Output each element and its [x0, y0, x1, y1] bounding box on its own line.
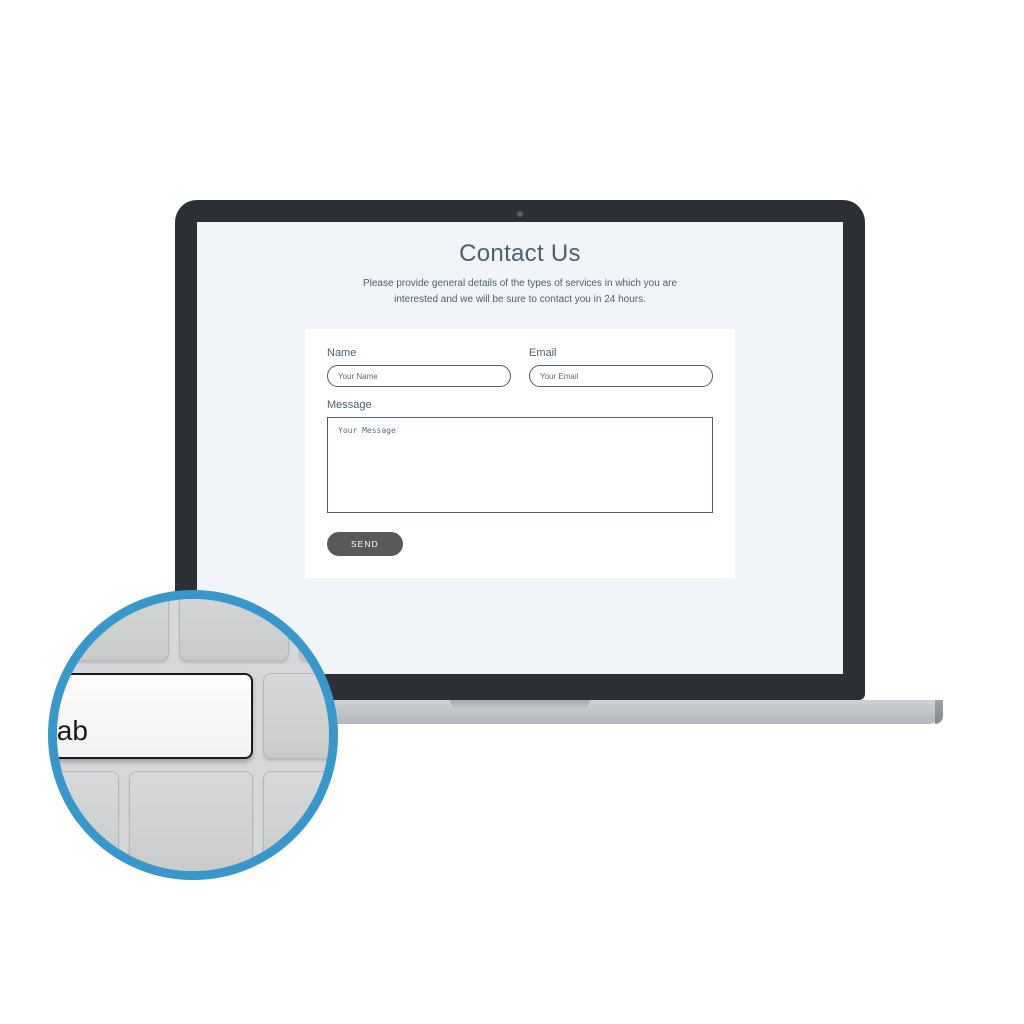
key-generic — [51, 590, 169, 661]
camera-icon — [517, 211, 523, 217]
key-generic — [129, 771, 253, 880]
send-button[interactable]: SEND — [327, 532, 403, 556]
email-input[interactable] — [529, 365, 713, 387]
name-label: Name — [327, 347, 511, 359]
key-generic — [263, 673, 338, 759]
message-input[interactable] — [327, 417, 713, 513]
page-title: Contact Us — [197, 240, 843, 268]
key-generic — [48, 771, 119, 880]
message-label: Message — [327, 399, 713, 411]
laptop-hinge-notch — [450, 700, 590, 710]
keyboard-keys: tab — [57, 599, 329, 871]
tab-key: tab — [48, 673, 253, 759]
laptop-edge-right — [935, 700, 943, 724]
tab-key-label: tab — [49, 715, 88, 747]
contact-form: Name Email Message SEND — [305, 329, 735, 578]
name-input[interactable] — [327, 365, 511, 387]
page-subtitle: Please provide general details of the ty… — [340, 276, 700, 307]
email-label: Email — [529, 347, 713, 359]
key-generic — [179, 590, 289, 661]
keyboard-magnifier: tab — [48, 590, 338, 880]
key-generic — [263, 771, 338, 880]
